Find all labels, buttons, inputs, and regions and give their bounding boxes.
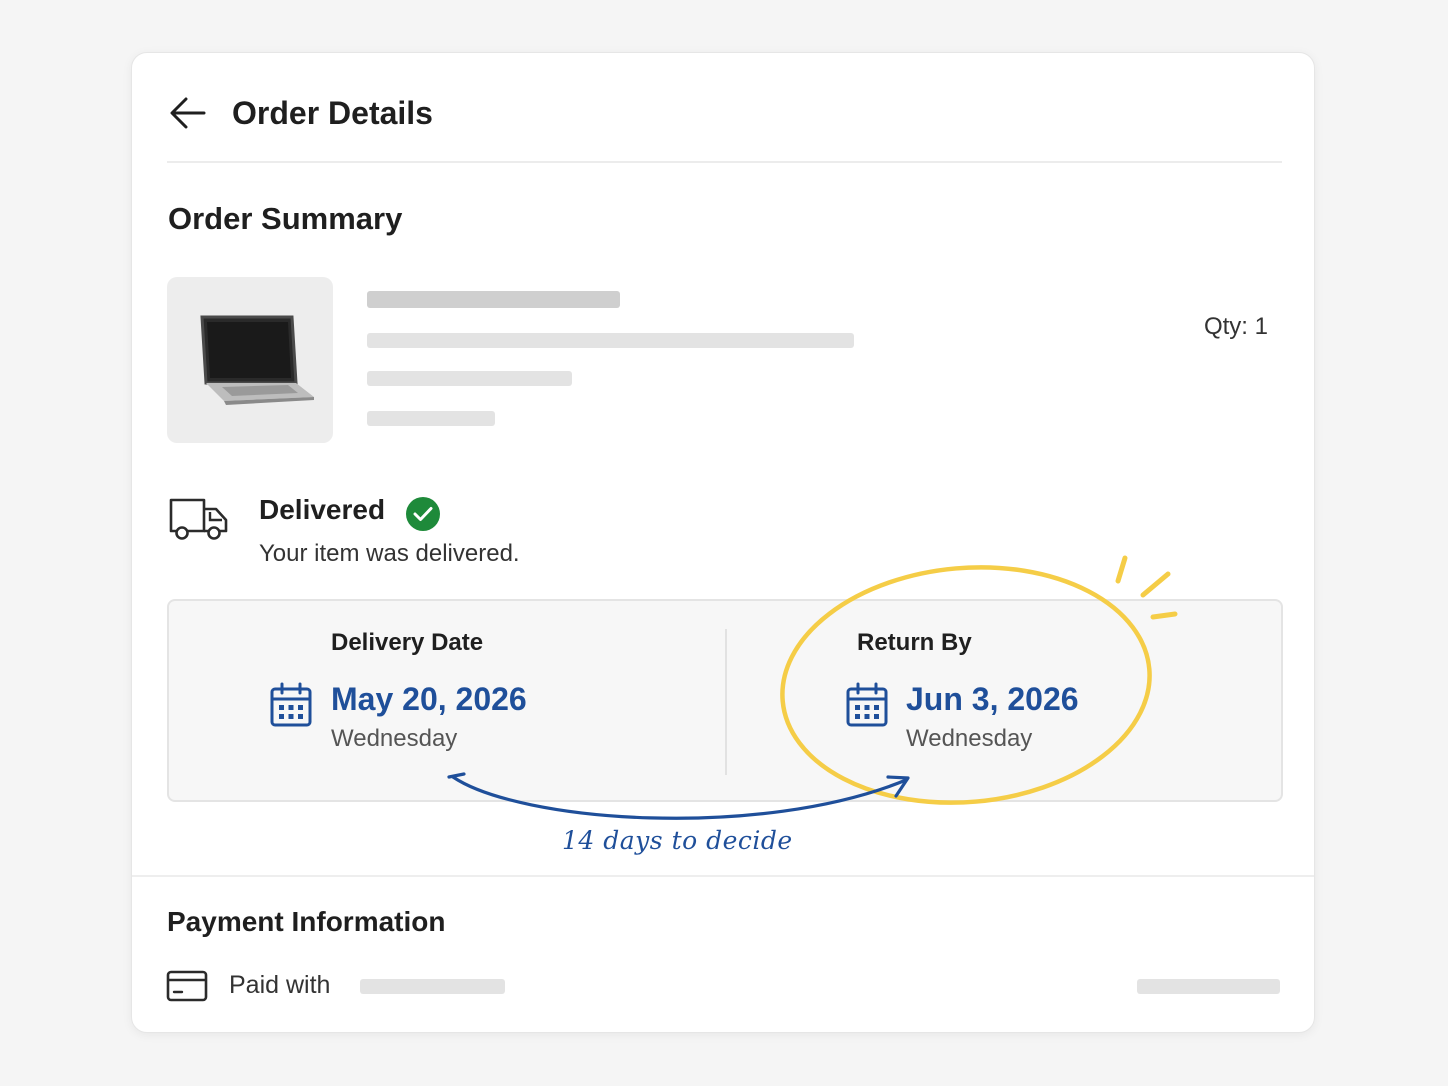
return-by-date-value: Jun 3, 2026: [906, 681, 1079, 717]
dates-divider: [725, 629, 727, 775]
product-thumbnail[interactable]: [167, 277, 333, 443]
delivery-status-subtitle: Your item was delivered.: [259, 540, 520, 567]
dates-panel: Delivery Date May 20, 2026 Wednesday Ret…: [167, 599, 1283, 802]
delivery-truck-icon: [169, 498, 228, 540]
payment-method-placeholder: [360, 979, 505, 994]
product-detail-placeholder: [367, 371, 572, 386]
decision-note: 14 days to decide: [562, 826, 793, 855]
delivery-date-label: Delivery Date: [331, 629, 484, 656]
header-divider: [167, 161, 1282, 163]
calendar-icon: [269, 682, 313, 733]
arrow-left-icon: [170, 97, 206, 129]
delivery-date-day: Wednesday: [331, 725, 458, 752]
paid-with-label: Paid with: [229, 971, 331, 999]
return-by-date-day: Wednesday: [906, 725, 1033, 752]
payment-information-title: Payment Information: [167, 906, 446, 937]
product-title-placeholder: [367, 291, 620, 308]
order-details-card: Order Details Order Summary Qty: 1 Deliv…: [131, 52, 1315, 1033]
order-summary-title: Order Summary: [168, 201, 403, 236]
header: Order Details: [168, 87, 433, 139]
check-circle-icon: [406, 497, 440, 531]
payment-divider: [132, 875, 1314, 877]
laptop-image: [200, 315, 314, 405]
payment-amount-placeholder: [1137, 979, 1280, 994]
product-detail-placeholder: [367, 411, 495, 426]
return-by-label: Return By: [857, 629, 972, 656]
quantity-label: Qty: 1: [1203, 313, 1268, 340]
back-button[interactable]: [168, 93, 208, 133]
product-detail-placeholder: [367, 333, 854, 348]
delivery-status-icon: [168, 496, 230, 547]
page-title: Order Details: [232, 94, 433, 131]
credit-card-icon: [166, 970, 208, 1007]
delivery-date-value: May 20, 2026: [331, 681, 527, 717]
calendar-icon: [845, 682, 889, 733]
delivery-status-title: Delivered: [259, 494, 386, 525]
